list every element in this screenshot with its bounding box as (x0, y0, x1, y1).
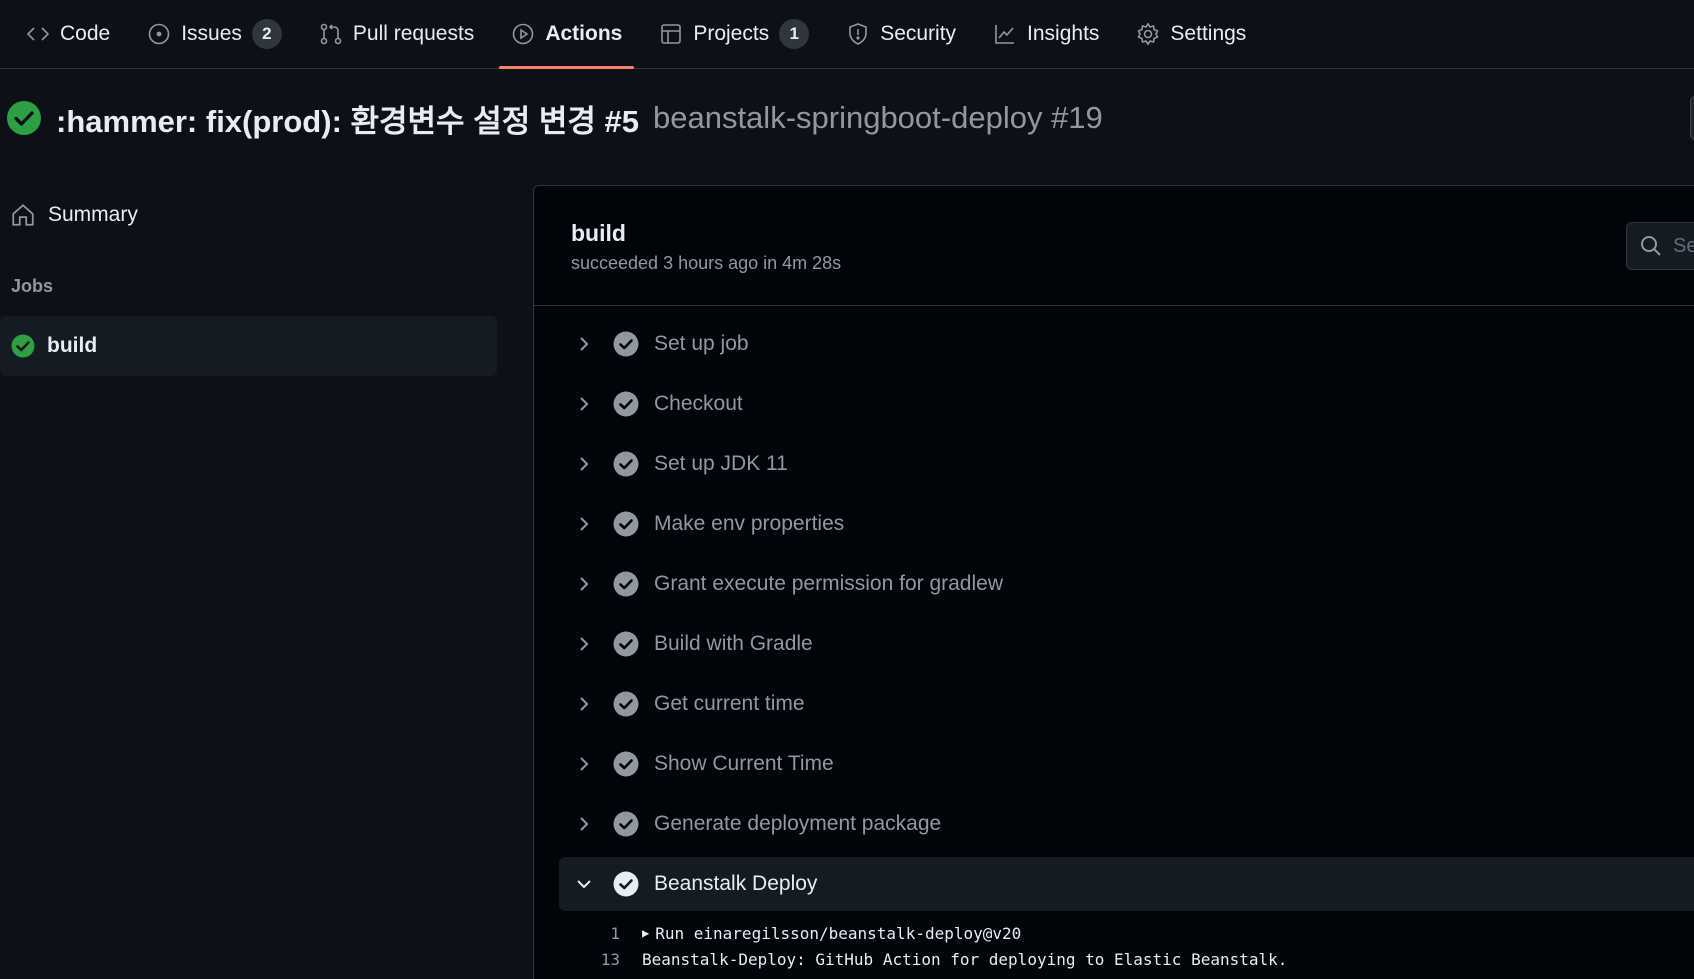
chevron-right-icon (580, 457, 589, 471)
chevron-right-icon (580, 817, 589, 831)
chevron-right-icon (580, 397, 589, 411)
step-label: Set up job (654, 332, 749, 355)
tab-issues[interactable]: Issues 2 (135, 0, 294, 68)
check-circle-icon (613, 751, 639, 777)
code-icon (26, 27, 50, 41)
search-placeholder: Se (1673, 234, 1694, 257)
triangle-right-icon[interactable]: ▶ (642, 926, 649, 940)
check-circle-icon (613, 391, 639, 417)
step-build-with-gradle[interactable]: Build with Gradle (559, 617, 1694, 671)
tab-security[interactable]: Security (834, 0, 968, 68)
log-line-number: 1 (610, 923, 620, 943)
table-icon (661, 24, 682, 44)
job-header: build succeeded 3 hours ago in 4m 28s Se (534, 186, 1694, 306)
check-circle-icon (613, 331, 639, 357)
check-circle-icon (613, 451, 639, 477)
chevron-right-icon (580, 337, 589, 351)
sidebar-job-label: build (47, 334, 98, 357)
home-icon (12, 204, 34, 226)
gear-icon (1137, 22, 1160, 46)
tab-projects[interactable]: Projects 1 (647, 0, 821, 68)
step-label: Get current time (654, 692, 805, 715)
check-circle-icon (613, 571, 639, 597)
play-icon (513, 23, 534, 45)
search-icon (1641, 236, 1661, 256)
check-circle-icon (613, 631, 639, 657)
step-label: Build with Gradle (654, 632, 813, 655)
job-title: build (571, 220, 626, 246)
log-line-text: Beanstalk-Deploy: GitHub Action for depl… (642, 949, 1288, 969)
check-circle-icon (613, 811, 639, 837)
tab-pull-requests[interactable]: Pull requests (307, 0, 486, 68)
step-get-current-time[interactable]: Get current time (559, 677, 1694, 731)
check-circle-icon (613, 691, 639, 717)
issues-count-badge: 2 (251, 19, 282, 49)
run-actions-button[interactable] (1690, 96, 1694, 140)
log-line[interactable]: 1 ▶ Run einaregilsson/beanstalk-deploy@v… (559, 920, 1021, 946)
sidebar-item-summary[interactable]: Summary (10, 199, 138, 231)
graph-icon (995, 25, 1015, 44)
step-set-up-job[interactable]: Set up job (559, 317, 1694, 371)
run-title-row: :hammer: fix(prod): 환경변수 설정 변경 #5 beanst… (6, 97, 1103, 139)
tab-projects-label: Projects (693, 22, 770, 45)
job-log-panel: build succeeded 3 hours ago in 4m 28s Se… (533, 185, 1694, 979)
step-set-up-jdk[interactable]: Set up JDK 11 (559, 437, 1694, 491)
chevron-right-icon (580, 577, 589, 591)
step-label: Make env properties (654, 512, 845, 535)
check-circle-icon (613, 511, 639, 537)
step-beanstalk-deploy[interactable]: Beanstalk Deploy (559, 857, 1694, 911)
issue-icon (148, 23, 170, 45)
step-generate-deployment-package[interactable]: Generate deployment package (559, 797, 1694, 851)
chevron-right-icon (580, 697, 589, 711)
chevron-right-icon (580, 517, 589, 531)
tab-insights[interactable]: Insights (981, 0, 1111, 68)
sidebar-summary-label: Summary (48, 203, 138, 226)
step-make-env-properties[interactable]: Make env properties (559, 497, 1694, 551)
search-logs-input[interactable]: Se (1626, 222, 1694, 270)
tab-settings-label: Settings (1170, 22, 1247, 45)
projects-count-badge: 1 (779, 19, 810, 49)
pull-request-icon (320, 23, 342, 45)
job-status-meta: succeeded 3 hours ago in 4m 28s (571, 253, 842, 273)
tab-security-label: Security (880, 22, 957, 45)
step-checkout[interactable]: Checkout (559, 377, 1694, 431)
tab-actions-label: Actions (545, 22, 623, 45)
workflow-name[interactable]: beanstalk-springboot-deploy #19 (653, 100, 1103, 136)
step-grant-execute-permission[interactable]: Grant execute permission for gradlew (559, 557, 1694, 611)
tab-issues-label: Issues (181, 22, 242, 45)
tab-insights-label: Insights (1027, 22, 1100, 45)
tab-code-label: Code (60, 22, 111, 45)
check-circle-icon (613, 871, 639, 897)
repo-nav: Code Issues 2 Pull requests Actions Proj… (0, 0, 1694, 69)
chevron-down-icon (577, 880, 591, 889)
log-line-number: 13 (600, 949, 620, 969)
success-check-icon (7, 101, 41, 135)
tab-pull-requests-label: Pull requests (352, 22, 475, 45)
step-label: Checkout (654, 392, 743, 415)
step-show-current-time[interactable]: Show Current Time (559, 737, 1694, 791)
tab-actions[interactable]: Actions (499, 0, 635, 69)
log-line: 13 Beanstalk-Deploy: GitHub Action for d… (559, 946, 1288, 972)
tab-settings[interactable]: Settings (1124, 0, 1258, 68)
step-label: Grant execute permission for gradlew (654, 572, 1003, 595)
tab-code[interactable]: Code (14, 0, 122, 68)
sidebar-item-build[interactable]: build (0, 316, 497, 376)
step-label: Beanstalk Deploy (654, 872, 818, 895)
shield-icon (849, 23, 867, 45)
step-label: Generate deployment package (654, 812, 942, 835)
log-line-text: Run einaregilsson/beanstalk-deploy@v20 (655, 923, 1022, 943)
chevron-right-icon (580, 757, 589, 771)
step-label: Show Current Time (654, 752, 834, 775)
chevron-right-icon (580, 637, 589, 651)
run-title: :hammer: fix(prod): 환경변수 설정 변경 #5 (56, 103, 639, 139)
jobs-heading: Jobs (11, 276, 54, 296)
success-check-icon (11, 334, 35, 358)
step-label: Set up JDK 11 (654, 452, 788, 475)
